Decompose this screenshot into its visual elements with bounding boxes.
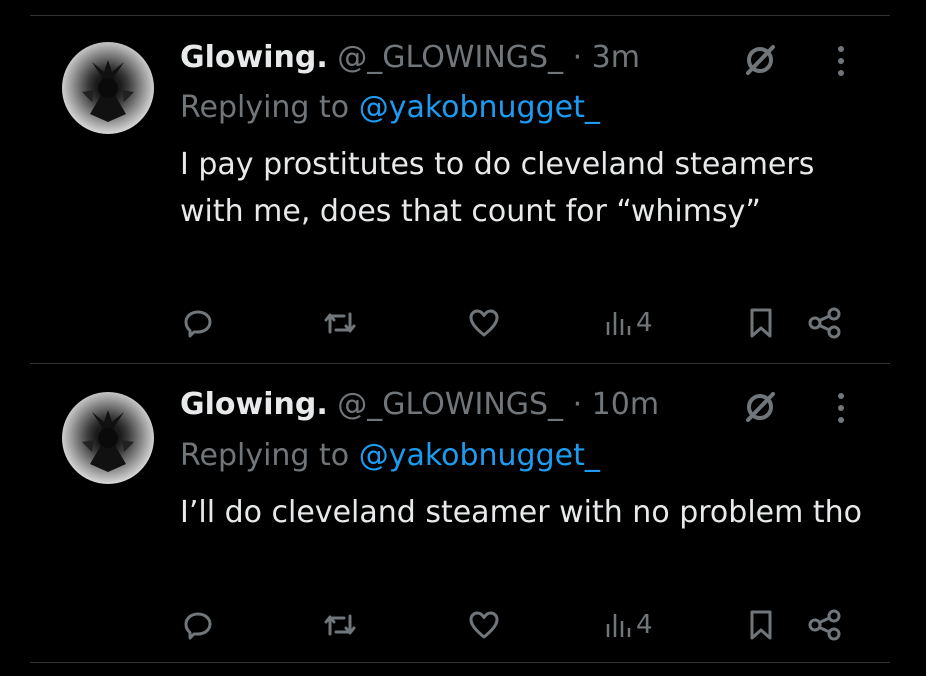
tweet-text: I pay prostitutes to do cleveland steame… bbox=[180, 147, 815, 229]
replying-to-line: Replying to @yakobnugget_ bbox=[180, 90, 600, 126]
reply-icon bbox=[184, 310, 212, 338]
views-icon bbox=[606, 614, 631, 637]
bookmark-button[interactable] bbox=[748, 303, 774, 343]
reply-button[interactable] bbox=[183, 303, 213, 343]
views-button[interactable]: 4 bbox=[604, 303, 653, 343]
retweet-button[interactable] bbox=[322, 303, 358, 343]
tweet-header: Glowing. @_GLOWINGS_ · 10m bbox=[180, 387, 659, 423]
timestamp[interactable]: · 10m bbox=[573, 387, 659, 422]
reply-icon bbox=[184, 612, 212, 640]
replying-to-line: Replying to @yakobnugget_ bbox=[180, 438, 600, 474]
display-name[interactable]: Glowing. bbox=[180, 387, 328, 422]
reply-button[interactable] bbox=[183, 605, 213, 645]
tweet-divider bbox=[30, 363, 890, 364]
avatar[interactable] bbox=[62, 42, 154, 134]
share-icon bbox=[808, 609, 841, 641]
display-name[interactable]: Glowing. bbox=[180, 40, 328, 75]
grok-slash-icon[interactable] bbox=[742, 389, 778, 429]
more-vertical-icon[interactable] bbox=[834, 44, 848, 82]
handle[interactable]: @_GLOWINGS_ bbox=[337, 40, 563, 75]
more-vertical-icon[interactable] bbox=[834, 391, 848, 429]
mention-link[interactable]: @yakobnugget_ bbox=[359, 90, 600, 125]
like-icon bbox=[469, 611, 499, 639]
share-icon bbox=[808, 307, 841, 339]
views-count: 4 bbox=[636, 308, 653, 338]
bookmark-button[interactable] bbox=[748, 605, 774, 645]
views-button[interactable]: 4 bbox=[604, 605, 653, 645]
avatar[interactable] bbox=[62, 392, 154, 484]
retweet-button[interactable] bbox=[322, 605, 358, 645]
share-button[interactable] bbox=[808, 605, 842, 645]
timestamp[interactable]: · 3m bbox=[573, 40, 640, 75]
replying-prefix: Replying to bbox=[180, 438, 350, 473]
action-bar: 4 bbox=[0, 303, 926, 343]
retweet-icon bbox=[324, 312, 356, 334]
like-button[interactable] bbox=[468, 303, 500, 343]
retweet-icon bbox=[324, 614, 356, 636]
replying-prefix: Replying to bbox=[180, 90, 350, 125]
handle[interactable]: @_GLOWINGS_ bbox=[337, 387, 563, 422]
bookmark-icon bbox=[750, 308, 772, 338]
views-icon bbox=[606, 312, 631, 335]
views-count: 4 bbox=[636, 610, 653, 640]
top-divider bbox=[30, 15, 890, 16]
bookmark-icon bbox=[750, 610, 772, 640]
avatar-image bbox=[82, 60, 134, 122]
action-bar: 4 bbox=[0, 605, 926, 645]
avatar-image bbox=[82, 410, 134, 472]
grok-slash-icon[interactable] bbox=[742, 42, 778, 82]
tweet-text: I’ll do cleveland steamer with no proble… bbox=[180, 495, 863, 530]
like-icon bbox=[469, 309, 499, 337]
bottom-divider bbox=[30, 662, 890, 663]
share-button[interactable] bbox=[808, 303, 842, 343]
tweet-header: Glowing. @_GLOWINGS_ · 3m bbox=[180, 40, 640, 76]
like-button[interactable] bbox=[468, 605, 500, 645]
mention-link[interactable]: @yakobnugget_ bbox=[359, 438, 600, 473]
